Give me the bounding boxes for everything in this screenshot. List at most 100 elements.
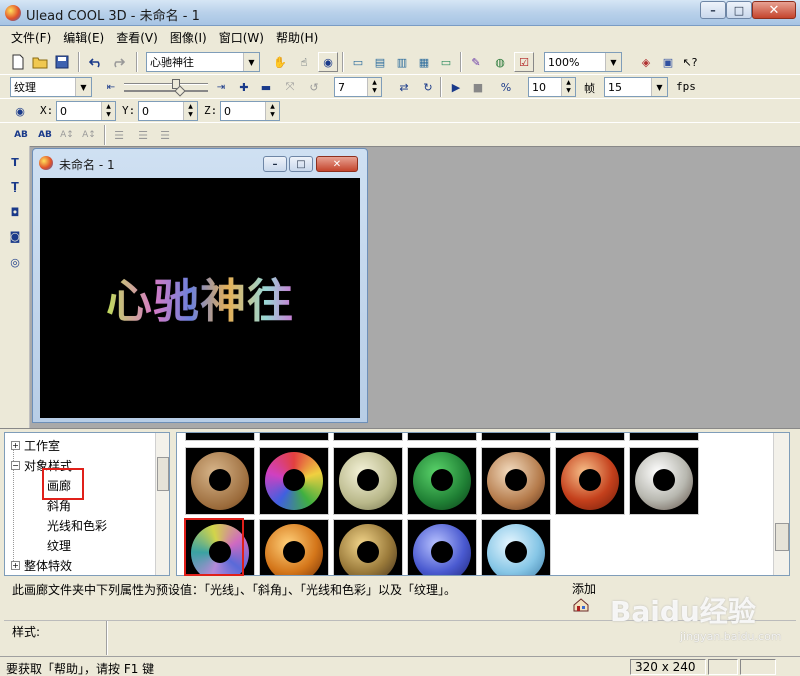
last-keyframe-button[interactable]: ⇥ (212, 77, 230, 97)
reverse-button[interactable]: ↺ (304, 77, 324, 97)
loop-button[interactable]: ⇄ (394, 77, 414, 97)
help-pointer-button[interactable]: ↖? (680, 52, 700, 72)
app-icon[interactable] (5, 5, 21, 21)
add-button[interactable]: 添加 (570, 580, 610, 616)
save-button[interactable] (52, 52, 72, 72)
scrollbar-thumb[interactable] (157, 457, 169, 491)
menu-edit[interactable]: 编辑(E) (58, 29, 109, 46)
char-spacing-wide-button[interactable]: AB (12, 125, 30, 145)
tree-item-global-effects[interactable]: + 整体特效 (11, 555, 72, 575)
redo-button[interactable] (108, 52, 128, 72)
pan-button[interactable]: ✋ (270, 52, 290, 72)
gallery-thumb[interactable] (629, 447, 699, 515)
gallery-thumb[interactable] (333, 447, 403, 515)
location-mode-button[interactable]: ◉ (10, 101, 30, 121)
zoom-select[interactable]: 100% ▼ (544, 52, 622, 72)
view-button-4[interactable]: ▦ (414, 52, 434, 72)
edit-text-button[interactable]: Ṭ (5, 176, 25, 196)
total-frames-input[interactable]: 10 ▲ ▼ (528, 77, 576, 97)
y-input[interactable]: 0 ▲ ▼ (138, 101, 198, 121)
menu-file[interactable]: 文件(F) (6, 29, 56, 46)
stepper-icon[interactable]: ▲ ▼ (101, 102, 115, 120)
insert-object-button[interactable]: ◘ (5, 202, 25, 222)
stepper-icon[interactable]: ▲ ▼ (367, 78, 381, 96)
view-button-3[interactable]: ▥ (392, 52, 412, 72)
menu-window[interactable]: 窗口(W) (214, 29, 269, 46)
chevron-down-icon[interactable]: ▼ (605, 53, 621, 71)
object-select[interactable]: 心驰神往 ▼ (146, 52, 260, 72)
web-button[interactable]: ◍ (490, 52, 510, 72)
attribute-select[interactable]: 纹理 ▼ (10, 77, 92, 97)
preview-canvas[interactable]: 心驰神往 (40, 178, 360, 418)
gallery-thumb[interactable] (481, 433, 551, 441)
gallery-thumb[interactable] (407, 447, 477, 515)
align-left-button[interactable]: ☰ (110, 125, 128, 145)
gallery-thumb[interactable] (259, 433, 329, 441)
timeline-slider[interactable] (124, 79, 208, 97)
tree-item-studio[interactable]: + 工作室 (11, 435, 60, 455)
close-button[interactable]: ✕ (752, 1, 796, 19)
play-button[interactable]: ▶ (446, 77, 466, 97)
settings-button[interactable]: ▣ (658, 52, 678, 72)
palette-button[interactable]: ✎ (466, 52, 486, 72)
gallery-thumb[interactable] (259, 519, 329, 575)
view-button-5[interactable]: ▭ (436, 52, 456, 72)
gallery-thumb[interactable] (407, 433, 477, 441)
view-button-1[interactable]: ▭ (348, 52, 368, 72)
stop-button[interactable]: ■ (468, 77, 488, 97)
menu-view[interactable]: 查看(V) (111, 29, 163, 46)
minimize-button[interactable]: – (700, 1, 726, 19)
tree-item-light-color[interactable]: 光线和色彩 (47, 515, 107, 535)
line-spacing-up-button[interactable]: A↕ (58, 125, 76, 145)
gallery-thumb[interactable] (333, 433, 403, 441)
stepper-icon[interactable]: ▲ ▼ (183, 102, 197, 120)
menu-image[interactable]: 图像(I) (165, 29, 212, 46)
stepper-icon[interactable]: ▲ ▼ (265, 102, 279, 120)
gallery-scrollbar[interactable] (773, 433, 789, 575)
new-file-button[interactable] (8, 52, 28, 72)
open-file-button[interactable] (30, 52, 50, 72)
view-button-2[interactable]: ▤ (370, 52, 390, 72)
add-keyframe-button[interactable]: ✚ (234, 77, 254, 97)
gallery-thumb[interactable] (185, 433, 255, 441)
chevron-down-icon[interactable]: ▼ (651, 78, 667, 96)
doc-minimize-button[interactable]: – (263, 156, 287, 172)
tree-item-texture[interactable]: 纹理 (47, 535, 71, 555)
z-input[interactable]: 0 ▲ ▼ (220, 101, 280, 121)
select-all-button[interactable]: ◉ (318, 52, 338, 72)
remove-keyframe-button[interactable]: ▬ (256, 77, 276, 97)
gallery-thumb[interactable] (333, 519, 403, 575)
x-input[interactable]: 0 ▲ ▼ (56, 101, 116, 121)
fps-select[interactable]: 15 ▼ (604, 77, 668, 97)
char-spacing-narrow-button[interactable]: AB (36, 125, 54, 145)
edit-object-button[interactable]: ◙ (5, 226, 25, 246)
current-frame-input[interactable]: 7 ▲ ▼ (334, 77, 382, 97)
expand-icon[interactable]: + (11, 560, 20, 570)
refresh-button[interactable]: ↻ (418, 77, 438, 97)
gallery-thumb[interactable] (555, 447, 625, 515)
doc-close-button[interactable]: ✕ (316, 156, 358, 172)
expand-icon[interactable]: + (11, 440, 20, 450)
stepper-icon[interactable]: ▲ ▼ (561, 78, 575, 96)
line-spacing-down-button[interactable]: A↕ (80, 125, 98, 145)
undo-button[interactable] (86, 52, 106, 72)
split-keyframe-button[interactable]: ⤧ (280, 77, 300, 97)
gallery-thumb[interactable] (259, 447, 329, 515)
gallery-thumb[interactable] (481, 447, 551, 515)
edit-texture-button[interactable]: ☑ (514, 52, 534, 72)
gallery-thumb[interactable] (481, 519, 551, 575)
geometric-object-button[interactable]: ◎ (5, 252, 25, 272)
gallery-thumb[interactable] (555, 433, 625, 441)
first-keyframe-button[interactable]: ⇤ (102, 77, 120, 97)
doc-maximize-button[interactable]: □ (289, 156, 313, 172)
gallery-thumb[interactable] (407, 519, 477, 575)
3d-text-object[interactable]: 心驰神往 (106, 265, 294, 331)
align-center-button[interactable]: ☰ (134, 125, 152, 145)
scrollbar-thumb[interactable] (775, 523, 789, 551)
menu-help[interactable]: 帮助(H) (271, 29, 323, 46)
insert-text-button[interactable]: T (5, 152, 25, 172)
preview-button[interactable]: ◈ (636, 52, 656, 72)
tree-scrollbar[interactable] (155, 433, 169, 575)
rotate-hand-button[interactable]: ☝ (294, 52, 314, 72)
maximize-button[interactable]: □ (726, 1, 752, 19)
